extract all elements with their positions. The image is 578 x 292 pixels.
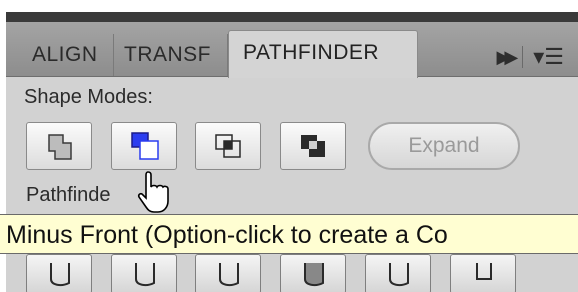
tab-transform[interactable]: TRANSF — [114, 34, 228, 76]
exclude-icon — [301, 135, 325, 157]
unite-icon — [48, 134, 72, 160]
panel-title-bar[interactable] — [6, 12, 578, 22]
divide-icon — [50, 263, 70, 287]
tooltip: Minus Front (Option-click to create a Co — [0, 214, 578, 254]
tab-bar: ALIGN TRANSF PATHFINDER ▶▶ ▾☰ — [6, 22, 578, 78]
divide-button[interactable] — [26, 254, 92, 292]
panel-menu-icon[interactable]: ▾☰ — [533, 44, 564, 70]
divider — [522, 46, 524, 68]
crop-icon — [304, 263, 324, 287]
trim-icon — [135, 263, 155, 287]
panel-controls: ▶▶ ▾☰ — [497, 42, 564, 72]
tab-pathfinder[interactable]: PATHFINDER — [228, 30, 418, 78]
minus-back-button[interactable] — [450, 254, 516, 292]
minus-front-icon — [131, 132, 159, 160]
trim-button[interactable] — [111, 254, 177, 292]
outline-icon — [389, 263, 409, 287]
shape-modes-label: Shape Modes: — [24, 86, 153, 108]
expand-button[interactable]: Expand — [368, 122, 520, 170]
merge-button[interactable] — [195, 254, 261, 292]
crop-button[interactable] — [280, 254, 346, 292]
merge-icon — [219, 263, 239, 287]
outline-button[interactable] — [365, 254, 431, 292]
fast-forward-icon[interactable]: ▶▶ — [497, 47, 519, 68]
intersect-button[interactable] — [195, 122, 261, 170]
intersect-icon — [215, 134, 241, 158]
tab-align[interactable]: ALIGN — [22, 34, 114, 76]
pathfinders-label: Pathfinde — [26, 184, 111, 206]
minus-back-icon — [476, 263, 492, 280]
hand-pointer-icon — [137, 171, 169, 213]
minus-front-button[interactable] — [111, 122, 177, 170]
exclude-button[interactable] — [280, 122, 346, 170]
unite-button[interactable] — [26, 122, 92, 170]
